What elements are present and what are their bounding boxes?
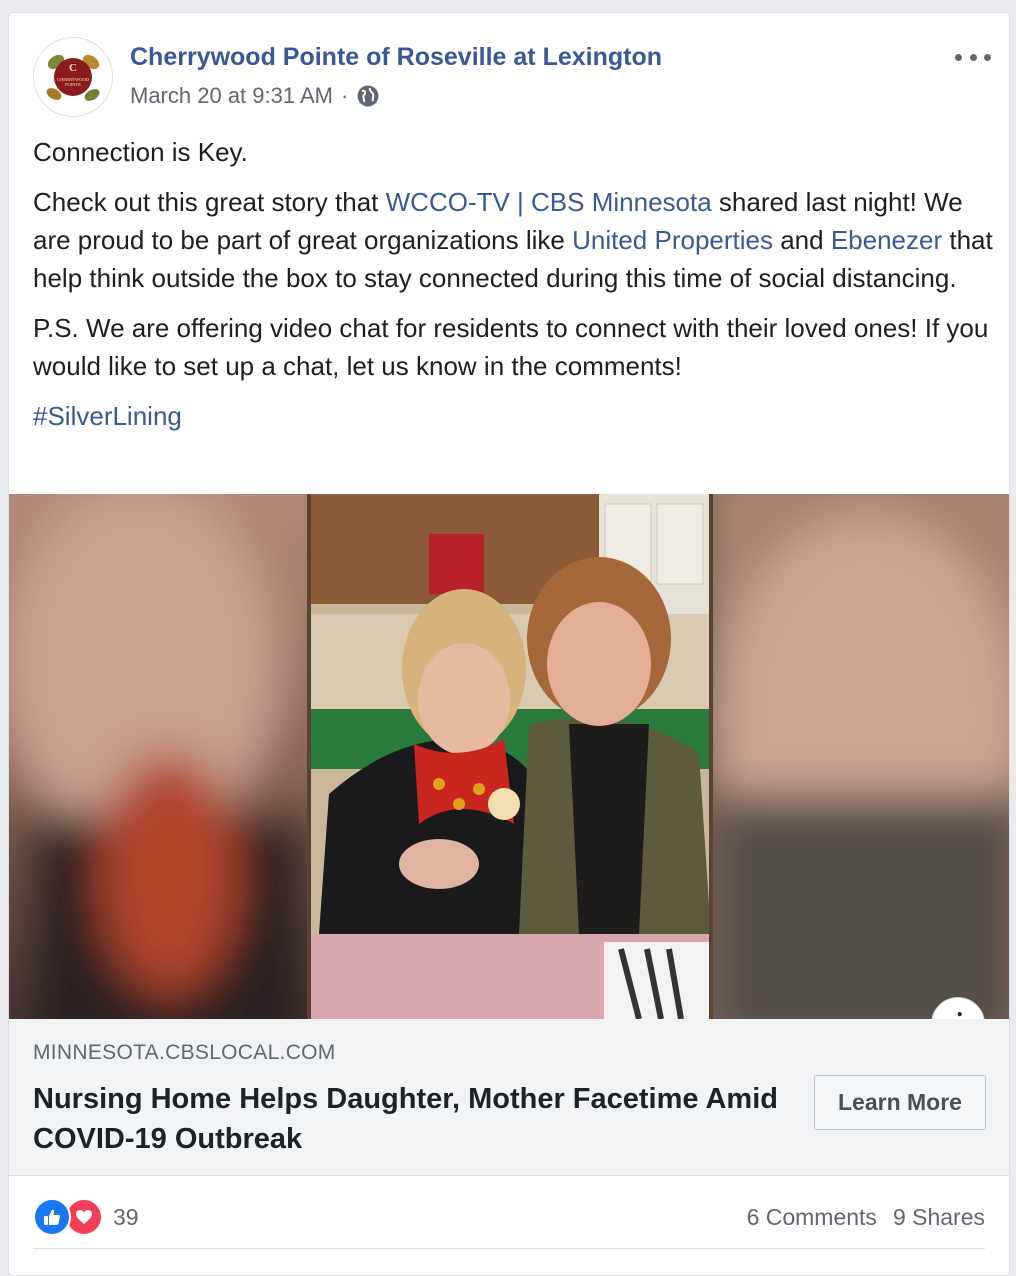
svg-text:C: C (69, 62, 77, 74)
globe-icon[interactable] (356, 84, 380, 108)
meta-separator: · (341, 83, 349, 108)
united-properties-link[interactable]: United Properties (572, 225, 773, 255)
link-headline[interactable]: Nursing Home Helps Daughter, Mother Face… (33, 1079, 793, 1159)
reactions-summary[interactable]: 39 (33, 1198, 139, 1236)
ellipsis-dot (984, 53, 991, 61)
post-timestamp[interactable]: March 20 at 9:31 AM (130, 83, 333, 109)
post-paragraph: Connection is Key. (33, 133, 993, 171)
post-paragraph: P.S. We are offering video chat for resi… (33, 309, 993, 385)
link-preview-box[interactable]: MINNESOTA.CBSLOCAL.COM Nursing Home Help… (9, 1019, 1009, 1176)
learn-more-button[interactable]: Learn More (814, 1075, 986, 1130)
post-paragraph: #SilverLining (33, 397, 993, 435)
post-paragraph: Check out this great story that WCCO-TV … (33, 183, 993, 297)
more-options-button[interactable] (955, 45, 991, 69)
page-avatar[interactable]: C CHERRYWOOD POINTE (33, 37, 113, 117)
ellipsis-icon (955, 53, 962, 61)
post-text-segment: Check out this great story that (33, 187, 386, 217)
link-domain: MINNESOTA.CBSLOCAL.COM (33, 1041, 336, 1064)
link-preview-image[interactable] (9, 494, 1009, 1019)
comments-count-link[interactable]: 6 Comments (747, 1204, 877, 1231)
hashtag-link[interactable]: #SilverLining (33, 401, 182, 431)
wcco-link[interactable]: WCCO-TV | CBS Minnesota (386, 187, 712, 217)
reaction-count: 39 (113, 1203, 139, 1230)
post-line: Connection is Key. (33, 137, 248, 167)
thumbs-up-icon (44, 1209, 60, 1225)
post-text-segment: P.S. We are offering video chat for resi… (33, 313, 989, 381)
nursing-home-photo (9, 494, 1009, 1019)
heart-icon (76, 1210, 92, 1224)
cherrywood-logo-icon: C CHERRYWOOD POINTE (34, 38, 112, 116)
post-meta: March 20 at 9:31 AM · (130, 83, 380, 109)
engagement-bar: 39 6 Comments 9 Shares (33, 1188, 985, 1249)
post-card: C CHERRYWOOD POINTE Cherrywood Pointe of… (8, 12, 1010, 1276)
ebenezer-link[interactable]: Ebenezer (831, 225, 942, 255)
post-text: Connection is Key. Check out this great … (33, 133, 993, 447)
like-reaction-icon (33, 1198, 71, 1236)
engagement-counts: 6 Comments 9 Shares (747, 1204, 985, 1231)
shares-count-link[interactable]: 9 Shares (893, 1204, 985, 1231)
page-name-link[interactable]: Cherrywood Pointe of Roseville at Lexing… (130, 43, 662, 72)
post-text-segment: and (773, 225, 831, 255)
svg-text:POINTE: POINTE (65, 82, 81, 87)
ellipsis-dot (969, 53, 977, 61)
